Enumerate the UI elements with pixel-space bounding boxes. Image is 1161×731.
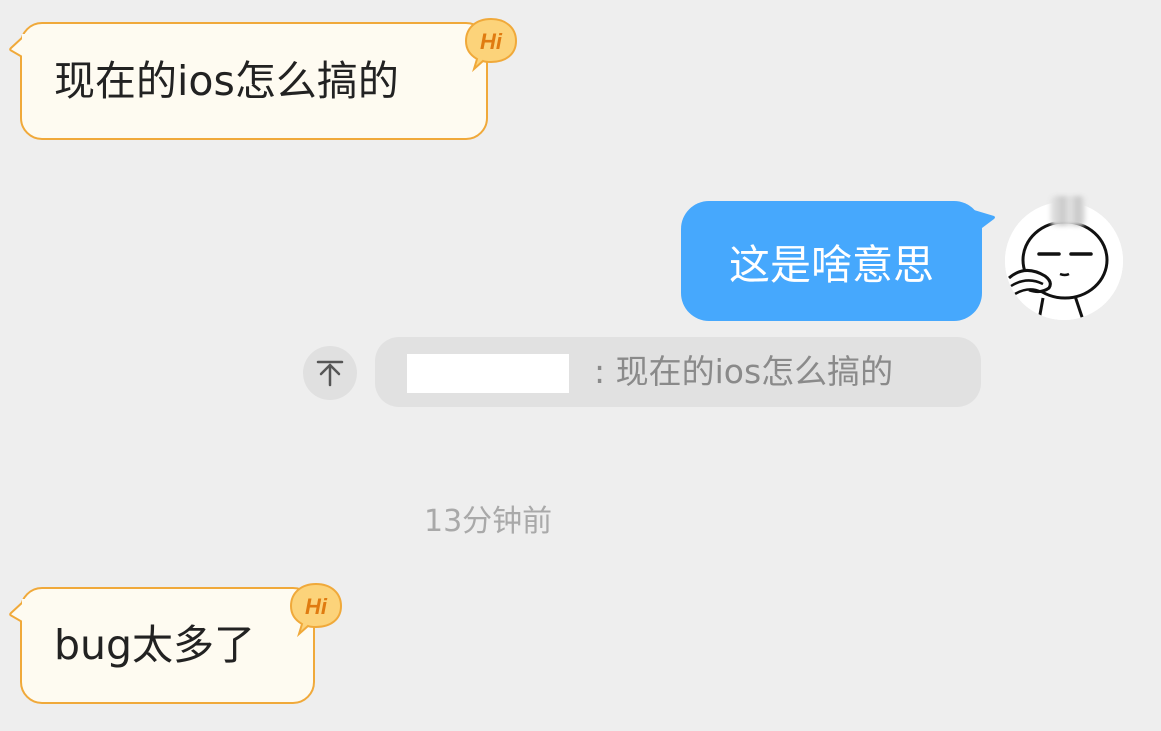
jump-to-quote-button[interactable] bbox=[303, 346, 357, 400]
arrow-up-to-top-icon bbox=[316, 359, 344, 387]
svg-text:Hi: Hi bbox=[480, 29, 503, 54]
quoted-message-text: : 现在的ios怎么搞的 bbox=[594, 352, 894, 391]
quoted-message[interactable]: : 现在的ios怎么搞的 bbox=[375, 337, 981, 407]
message-text: 这是啥意思 bbox=[729, 241, 934, 289]
bubble-tail bbox=[974, 210, 996, 234]
redacted-author-name bbox=[407, 354, 569, 393]
message-timestamp: 13分钟前 bbox=[424, 504, 553, 539]
avatar-redaction bbox=[1050, 196, 1086, 226]
hi-badge-icon: Hi bbox=[462, 15, 520, 73]
outgoing-message-bubble[interactable]: 这是啥意思 bbox=[681, 201, 982, 321]
message-text: 现在的ios怎么搞的 bbox=[54, 56, 399, 105]
hi-badge-icon: Hi bbox=[287, 580, 345, 638]
incoming-message-bubble[interactable]: 现在的ios怎么搞的 bbox=[9, 22, 488, 140]
incoming-message-bubble[interactable]: bug太多了 bbox=[9, 587, 315, 704]
message-text: bug太多了 bbox=[54, 621, 256, 669]
svg-text:Hi: Hi bbox=[305, 594, 328, 619]
